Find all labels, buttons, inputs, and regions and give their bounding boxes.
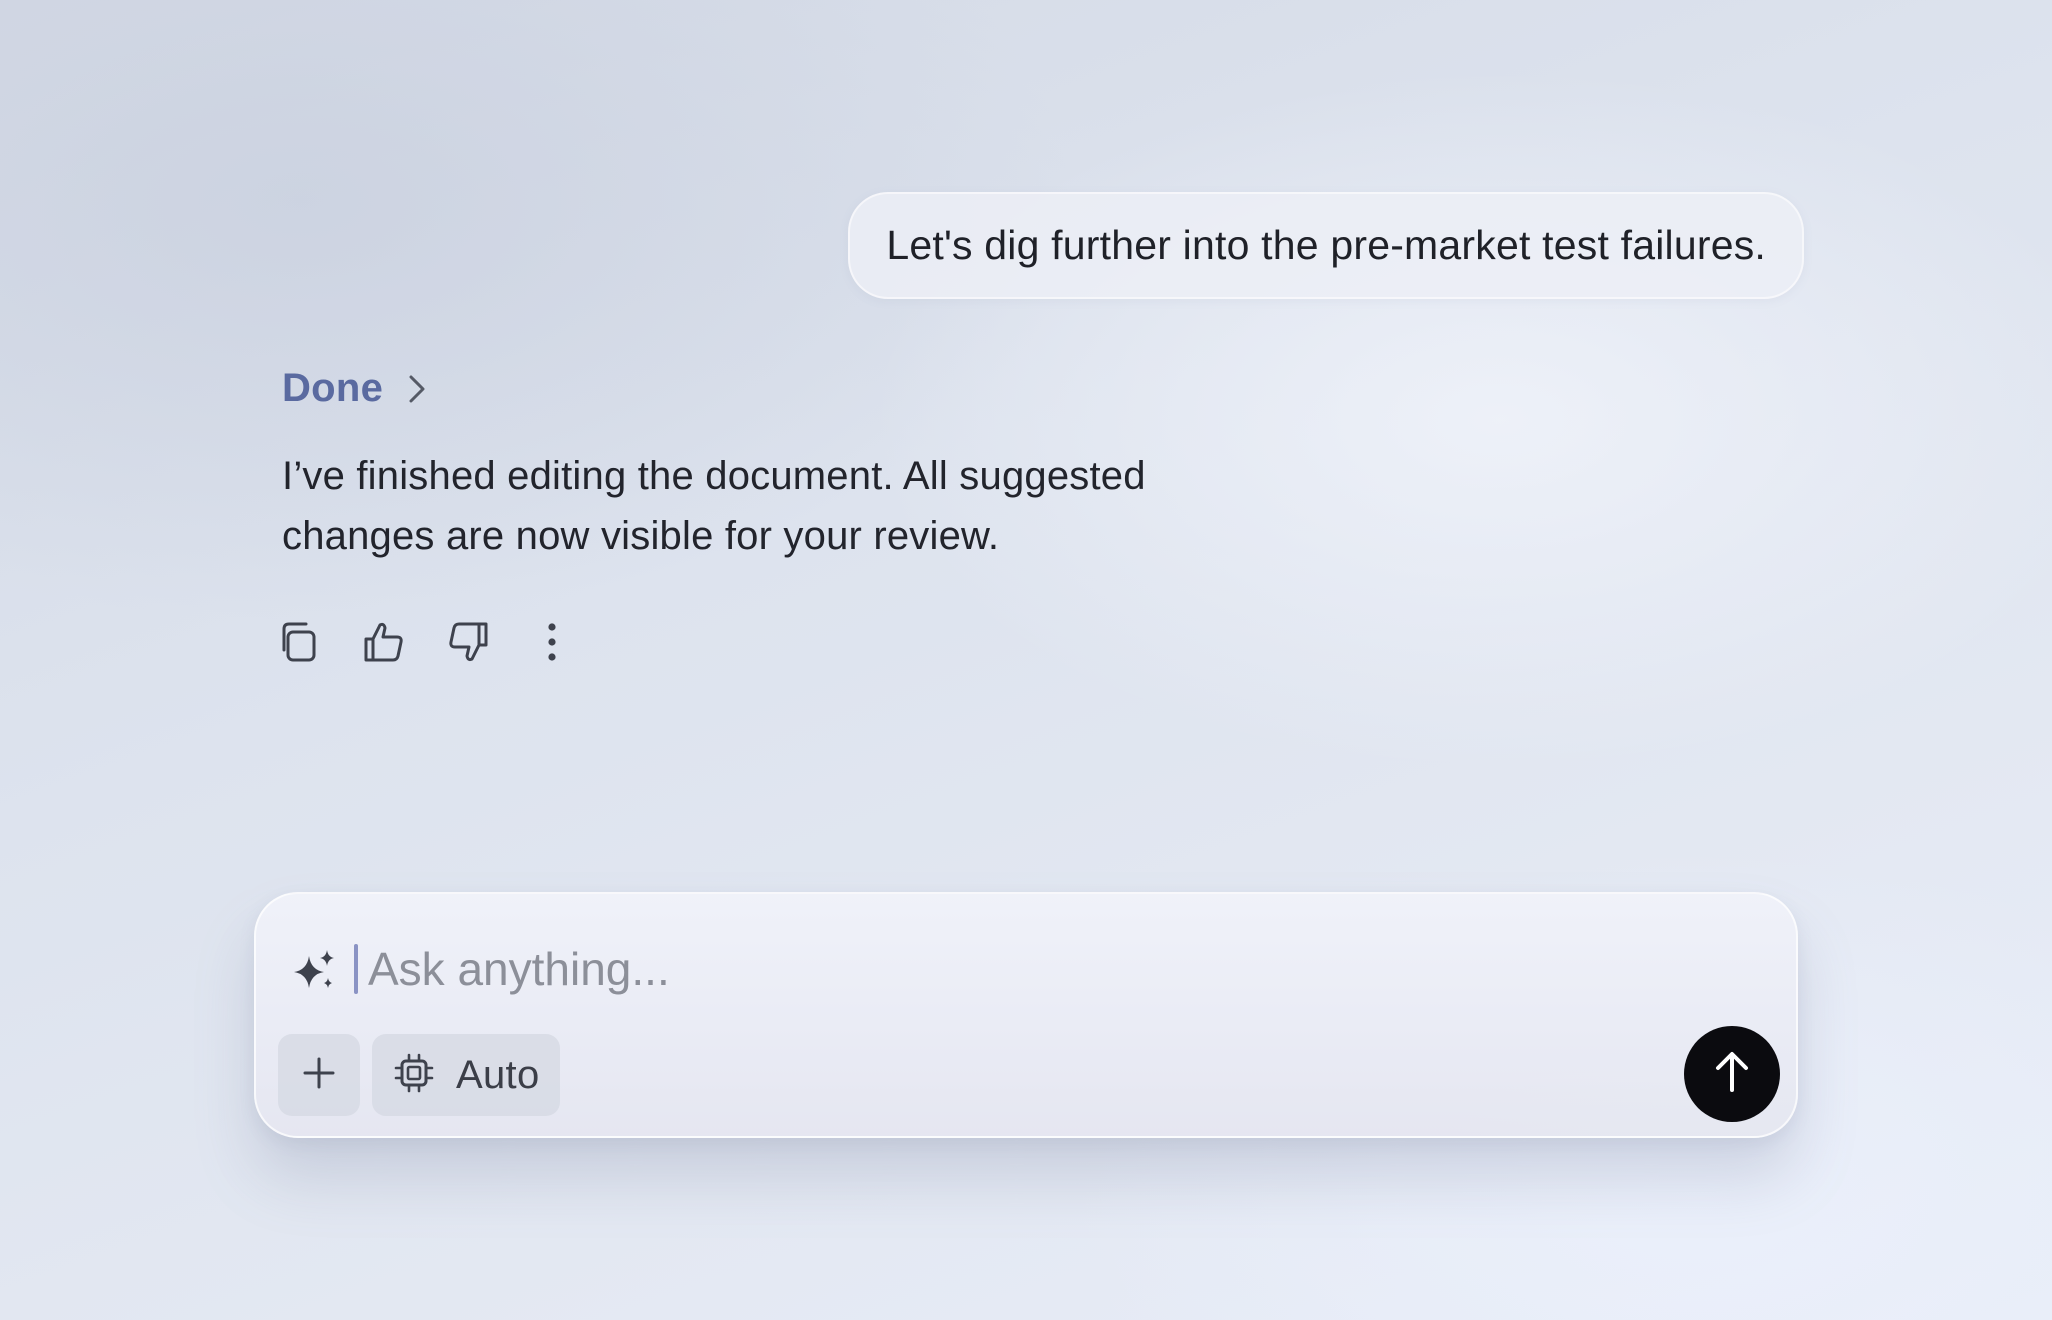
more-vertical-icon — [530, 620, 574, 664]
message-actions — [276, 618, 576, 666]
arrow-up-icon — [1708, 1048, 1756, 1101]
thumbs-up-icon — [362, 620, 406, 664]
chip-icon — [394, 1053, 434, 1098]
copy-button[interactable] — [276, 618, 324, 666]
chevron-right-icon — [405, 371, 429, 407]
thumbs-down-icon — [446, 620, 490, 664]
more-options-button[interactable] — [528, 618, 576, 666]
chat-app: Let's dig further into the pre-market te… — [0, 0, 2052, 1320]
user-message-bubble: Let's dig further into the pre-market te… — [848, 192, 1804, 299]
model-selector-button[interactable]: Auto — [372, 1034, 560, 1116]
copy-icon — [278, 620, 322, 664]
send-button[interactable] — [1684, 1026, 1780, 1122]
assistant-status-toggle[interactable]: Done — [282, 366, 429, 411]
add-attachment-button[interactable] — [278, 1034, 360, 1116]
sparkle-icon — [292, 948, 338, 999]
text-caret — [354, 944, 358, 994]
plus-icon — [301, 1055, 337, 1096]
assistant-message: I’ve finished editing the document. All … — [282, 454, 1146, 558]
thumbs-up-button[interactable] — [360, 618, 408, 666]
composer: Auto — [254, 892, 1798, 1138]
thumbs-down-button[interactable] — [444, 618, 492, 666]
user-message-text: Let's dig further into the pre-market te… — [886, 222, 1766, 268]
assistant-status-label: Done — [282, 366, 384, 410]
prompt-input[interactable] — [360, 934, 1576, 1004]
model-selector-label: Auto — [456, 1052, 540, 1097]
